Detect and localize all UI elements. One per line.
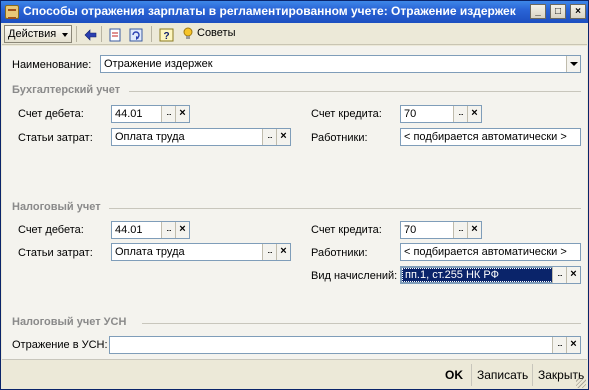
clear-icon[interactable]: × [566, 337, 580, 353]
actions-label: Действия [8, 28, 57, 40]
maximize-button[interactable]: □ [550, 4, 566, 19]
select-button[interactable]: ... [552, 267, 566, 283]
acc-workers-label: Работники: [311, 132, 368, 144]
window-title: Способы отражения зарплаты в регламентир… [23, 4, 516, 18]
resize-grip-icon[interactable] [576, 378, 586, 388]
form-body: Наименование: Отражение издержек Бухгалт… [2, 46, 587, 359]
clear-icon[interactable]: × [175, 222, 189, 238]
section-accounting-title: Бухгалтерский учет [12, 84, 121, 96]
footer-divider [532, 364, 533, 386]
clear-icon[interactable]: × [276, 244, 290, 260]
acc-debit-field[interactable]: 44.01 ... × [111, 105, 190, 123]
select-button[interactable]: ... [453, 222, 467, 238]
dialog-window: Способы отражения зарплаты в регламентир… [0, 0, 589, 390]
back-arrow-icon[interactable] [81, 26, 98, 42]
acc-credit-label: Счет кредита: [311, 108, 382, 120]
close-window-button[interactable]: × [570, 4, 586, 19]
app-icon [5, 5, 19, 19]
lightbulb-icon [183, 27, 193, 39]
tax-debit-value: 44.01 [115, 224, 143, 236]
chevron-down-icon [62, 33, 68, 37]
tax-accrual-label: Вид начислений: [311, 270, 398, 282]
section-tax-title: Налоговый учет [12, 201, 101, 213]
section-divider [129, 91, 581, 92]
tax-debit-label: Счет дебета: [18, 224, 84, 236]
toolbar-divider [101, 26, 102, 42]
tax-workers-field[interactable]: < подбирается автоматически > [400, 243, 581, 261]
usn-reflection-label: Отражение в УСН: [12, 339, 108, 351]
tax-workers-value: < подбирается автоматически > [404, 246, 567, 258]
section-divider [142, 323, 581, 324]
footer-bar: OK Записать Закрыть [2, 359, 587, 389]
footer-divider [471, 364, 472, 386]
actions-menu-button[interactable]: Действия [4, 25, 72, 43]
section-usn-title: Налоговый учет УСН [12, 316, 127, 328]
select-button[interactable]: ... [552, 337, 566, 353]
ok-button[interactable]: OK [445, 366, 463, 384]
minimize-button[interactable]: _ [530, 4, 546, 19]
tax-debit-field[interactable]: 44.01 ... × [111, 221, 190, 239]
acc-credit-field[interactable]: 70 ... × [400, 105, 482, 123]
acc-cost-label: Статьи затрат: [18, 132, 93, 144]
tax-credit-field[interactable]: 70 ... × [400, 221, 482, 239]
tax-accrual-field[interactable]: пп.1, ст.255 НК РФ ... × [400, 266, 581, 284]
toolbar: Действия ? Советы [2, 23, 587, 45]
select-button[interactable]: ... [161, 222, 175, 238]
select-button[interactable]: ... [262, 244, 276, 260]
section-divider [109, 208, 581, 209]
tax-cost-value: Оплата труда [115, 246, 185, 258]
select-button[interactable]: ... [453, 106, 467, 122]
name-dropdown-icon[interactable] [566, 56, 580, 72]
help-icon[interactable]: ? [157, 26, 174, 42]
acc-workers-value: < подбирается автоматически > [404, 131, 567, 143]
acc-workers-field[interactable]: < подбирается автоматически > [400, 128, 581, 146]
clear-icon[interactable]: × [566, 267, 580, 283]
name-field[interactable]: Отражение издержек [100, 55, 581, 73]
tips-button[interactable]: Советы [180, 26, 235, 43]
name-label: Наименование: [12, 59, 92, 71]
acc-cost-value: Оплата труда [115, 131, 185, 143]
toolbar-divider [151, 26, 152, 42]
clear-icon[interactable]: × [467, 106, 481, 122]
name-value: Отражение издержек [104, 58, 213, 70]
tips-label: Советы [197, 27, 236, 39]
tax-workers-label: Работники: [311, 247, 368, 259]
tax-credit-label: Счет кредита: [311, 224, 382, 236]
clear-icon[interactable]: × [276, 129, 290, 145]
save-button[interactable]: Записать [477, 366, 528, 384]
help-glyph: ? [163, 31, 169, 42]
toolbar-divider [76, 26, 77, 42]
usn-reflection-field[interactable]: ... × [109, 336, 581, 354]
clear-icon[interactable]: × [175, 106, 189, 122]
tax-accrual-value: пп.1, ст.255 НК РФ [401, 267, 554, 283]
tax-cost-label: Статьи затрат: [18, 247, 93, 259]
acc-credit-value: 70 [404, 108, 417, 120]
acc-cost-field[interactable]: Оплата труда ... × [111, 128, 291, 146]
select-button[interactable]: ... [262, 129, 276, 145]
tax-cost-field[interactable]: Оплата труда ... × [111, 243, 291, 261]
select-button[interactable]: ... [161, 106, 175, 122]
acc-debit-label: Счет дебета: [18, 108, 84, 120]
clear-icon[interactable]: × [467, 222, 481, 238]
title-bar[interactable]: Способы отражения зарплаты в регламентир… [1, 1, 588, 23]
document-icon[interactable] [106, 26, 123, 42]
acc-debit-value: 44.01 [115, 108, 143, 120]
refresh-icon[interactable] [127, 26, 144, 42]
tax-credit-value: 70 [404, 224, 417, 236]
